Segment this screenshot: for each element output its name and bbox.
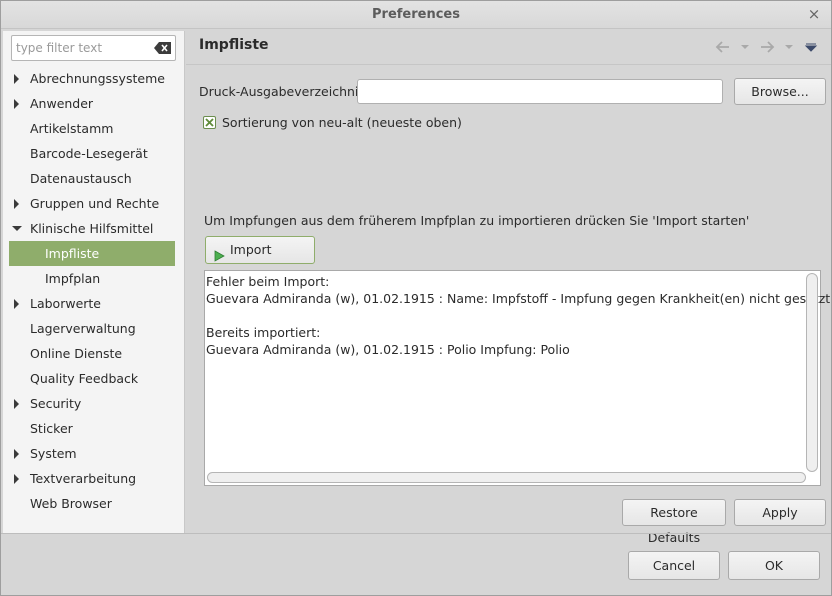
- tree-item-label: Barcode-Lesegerät: [30, 146, 148, 161]
- footer-divider: [1, 533, 831, 534]
- tree-item[interactable]: Online Dienste: [3, 341, 185, 366]
- tree-item-label: Textverarbeitung: [30, 471, 137, 486]
- import-start-button[interactable]: Import starten: [205, 236, 315, 283]
- import-info-text: Um Impfungen aus dem früherem Impfplan z…: [204, 213, 750, 228]
- collapsed-arrow-icon[interactable]: [10, 391, 22, 416]
- collapsed-arrow-icon[interactable]: [10, 191, 22, 216]
- tree-item[interactable]: Lagerverwaltung: [3, 316, 185, 341]
- tree-item-label: Security: [30, 396, 82, 411]
- tree-item[interactable]: Anwender: [3, 91, 185, 116]
- tree-item-label: Abrechnungssysteme: [30, 71, 165, 86]
- tree-item[interactable]: Impfplan: [3, 266, 185, 291]
- tree-item-label: Klinische Hilfsmittel: [30, 221, 154, 236]
- filter-box[interactable]: [11, 35, 176, 61]
- tree-item-label: Impfplan: [45, 271, 101, 286]
- log-line: Bereits importiert:: [206, 325, 321, 340]
- collapsed-arrow-icon[interactable]: [10, 91, 22, 116]
- tree-item[interactable]: Abrechnungssysteme: [3, 66, 185, 91]
- forward-arrow-icon[interactable]: [759, 40, 775, 54]
- log-line: Guevara Admiranda (w), 01.02.1915 : Poli…: [206, 342, 570, 357]
- tree-item[interactable]: Datenaustausch: [3, 166, 185, 191]
- collapsed-arrow-icon[interactable]: [10, 66, 22, 91]
- tree-item-label: System: [30, 446, 77, 461]
- page-title: Impfliste: [199, 37, 269, 53]
- view-menu-icon[interactable]: [803, 40, 819, 54]
- tree-item-label: Impfliste: [45, 246, 100, 261]
- title-bar[interactable]: Preferences ×: [1, 1, 831, 29]
- collapsed-arrow-icon[interactable]: [10, 466, 22, 491]
- forward-dropdown-icon[interactable]: [781, 40, 797, 54]
- tree-item-label: Datenaustausch: [30, 171, 132, 186]
- import-log[interactable]: Fehler beim Import: Guevara Admiranda (w…: [204, 270, 830, 486]
- cancel-button[interactable]: Cancel: [628, 551, 720, 580]
- output-dir-input[interactable]: [357, 79, 723, 104]
- log-line: Guevara Admiranda (w), 01.02.1915 : Name…: [206, 291, 831, 306]
- tree-item-label: Online Dienste: [30, 346, 123, 361]
- collapsed-arrow-icon[interactable]: [10, 291, 22, 316]
- tree-item[interactable]: Textverarbeitung: [3, 466, 185, 491]
- tree-item[interactable]: Security: [3, 391, 185, 416]
- tree-item-label: Laborwerte: [30, 296, 101, 311]
- ok-button[interactable]: OK: [728, 551, 820, 580]
- expanded-arrow-icon[interactable]: [10, 216, 22, 241]
- log-line: Fehler beim Import:: [206, 274, 330, 289]
- tree-item[interactable]: Gruppen und Rechte: [3, 191, 185, 216]
- tree-item[interactable]: Klinische Hilfsmittel: [3, 216, 185, 241]
- preference-tree: Abrechnungssysteme Anwender Artikelstamm Ba…: [3, 66, 185, 516]
- sort-checkbox-label: Sortierung von neu-alt (neueste oben): [222, 115, 462, 130]
- tree-item-label: Anwender: [30, 96, 94, 111]
- vertical-scrollbar[interactable]: [806, 273, 818, 472]
- back-dropdown-icon[interactable]: [737, 40, 753, 54]
- tree-item-label: Lagerverwaltung: [30, 321, 136, 336]
- tree-item-label: Artikelstamm: [30, 121, 114, 136]
- browse-button[interactable]: Browse...: [734, 78, 826, 105]
- header-divider: [186, 64, 831, 65]
- tree-item[interactable]: Sticker: [3, 416, 185, 441]
- tree-item[interactable]: Web Browser: [3, 491, 185, 516]
- filter-input[interactable]: [16, 39, 150, 57]
- preferences-sidebar: Abrechnungssysteme Anwender Artikelstamm Ba…: [3, 31, 185, 533]
- window-title: Preferences: [372, 7, 460, 22]
- tree-item[interactable]: Artikelstamm: [3, 116, 185, 141]
- back-arrow-icon[interactable]: [715, 40, 731, 54]
- tree-item[interactable]: Quality Feedback: [3, 366, 185, 391]
- horizontal-scrollbar[interactable]: [207, 472, 806, 483]
- tree-item-label: Sticker: [30, 421, 73, 436]
- clear-filter-icon[interactable]: [154, 42, 171, 54]
- tree-item[interactable]: Impfliste: [9, 241, 175, 266]
- play-icon: [214, 245, 225, 271]
- tree-item-label: Web Browser: [30, 496, 112, 511]
- tree-item-label: Quality Feedback: [30, 371, 139, 386]
- restore-defaults-button[interactable]: Restore Defaults: [622, 499, 726, 545]
- page-navigation: [715, 40, 821, 54]
- preferences-window: Preferences × Abrechnungssysteme Anwender…: [0, 0, 832, 596]
- preference-page: Impfliste Druck-Ausgabeverzeichnis Brows…: [186, 30, 831, 545]
- tree-item[interactable]: System: [3, 441, 185, 466]
- collapsed-arrow-icon[interactable]: [10, 441, 22, 466]
- tree-item[interactable]: Barcode-Lesegerät: [3, 141, 185, 166]
- close-icon[interactable]: ×: [807, 5, 821, 23]
- tree-item-label: Gruppen und Rechte: [30, 196, 160, 211]
- output-dir-label: Druck-Ausgabeverzeichnis: [199, 84, 365, 99]
- apply-button[interactable]: Apply: [734, 499, 826, 526]
- sort-checkbox[interactable]: [203, 116, 216, 129]
- tree-item[interactable]: Laborwerte: [3, 291, 185, 316]
